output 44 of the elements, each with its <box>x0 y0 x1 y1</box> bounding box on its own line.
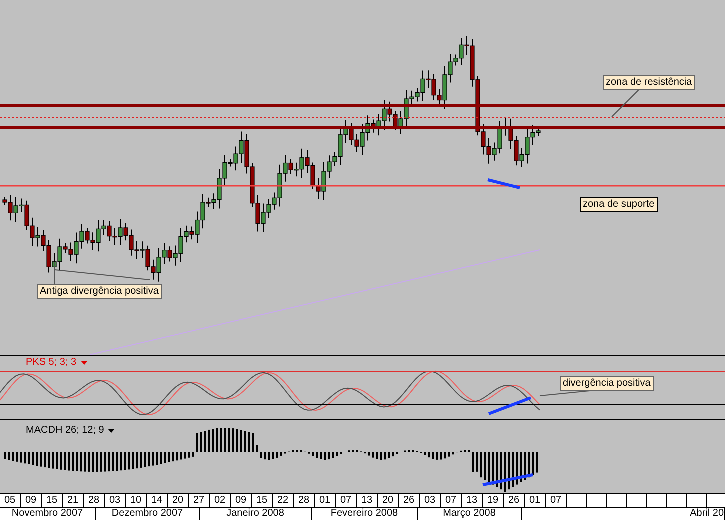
caret-icon[interactable] <box>108 429 116 434</box>
indicator-label: MACDH 26; 12; 9 <box>26 425 104 438</box>
axis-day-label: 03 <box>420 494 441 508</box>
annotation-label: zona de suporte <box>580 197 658 212</box>
axis-month-label: Novembro 2007 <box>12 508 84 520</box>
axis-day-label: 07 <box>546 494 567 508</box>
axis-day-label: 22 <box>273 494 294 508</box>
axis-day-label: 09 <box>231 494 252 508</box>
axis-day-label: 03 <box>105 494 126 508</box>
annotation-label: Antiga divergência positiva <box>37 284 162 299</box>
axis-month-label: Janeiro 2008 <box>226 508 284 520</box>
axis-day-label: 14 <box>147 494 168 508</box>
axis-day-label: 05 <box>0 494 21 508</box>
axis-day-label: 07 <box>336 494 357 508</box>
axis-day-label: 01 <box>315 494 336 508</box>
axis-day-label: 15 <box>42 494 63 508</box>
axis-month-label: Dezembro 2007 <box>112 508 184 520</box>
axis-month-label: Fevereiro 2008 <box>330 508 398 520</box>
axis-day-label: 02 <box>210 494 231 508</box>
indicator-label: PKS 5; 3; 3 <box>26 357 77 370</box>
trend-line <box>488 178 520 190</box>
axis-day-label: 19 <box>483 494 504 508</box>
axis-day-label: 15 <box>252 494 273 508</box>
axis-day-label: 21 <box>63 494 84 508</box>
axis-month-label: Março 2008 <box>443 508 496 520</box>
axis-day-label: 26 <box>504 494 525 508</box>
axis-day-label: 13 <box>357 494 378 508</box>
axis-day-label: 20 <box>378 494 399 508</box>
axis-day-label: 07 <box>441 494 462 508</box>
axis-day-label: 10 <box>126 494 147 508</box>
annotation-label: divergência positiva <box>560 376 654 392</box>
axis-day-label: 26 <box>399 494 420 508</box>
axis-day-label: 28 <box>84 494 105 508</box>
axis-day-label: 27 <box>189 494 210 508</box>
annotation-label: zona de resistência <box>603 75 696 90</box>
axis-day-label: 28 <box>294 494 315 508</box>
trend-line <box>482 473 534 488</box>
axis-day-label: 09 <box>21 494 42 508</box>
trend-line <box>488 396 532 416</box>
axis-day-label: 01 <box>525 494 546 508</box>
axis-day-label: 20 <box>168 494 189 508</box>
axis-day-label: 13 <box>462 494 483 508</box>
axis-month-label: Abril 20 <box>690 508 724 520</box>
leader-line <box>612 88 640 118</box>
